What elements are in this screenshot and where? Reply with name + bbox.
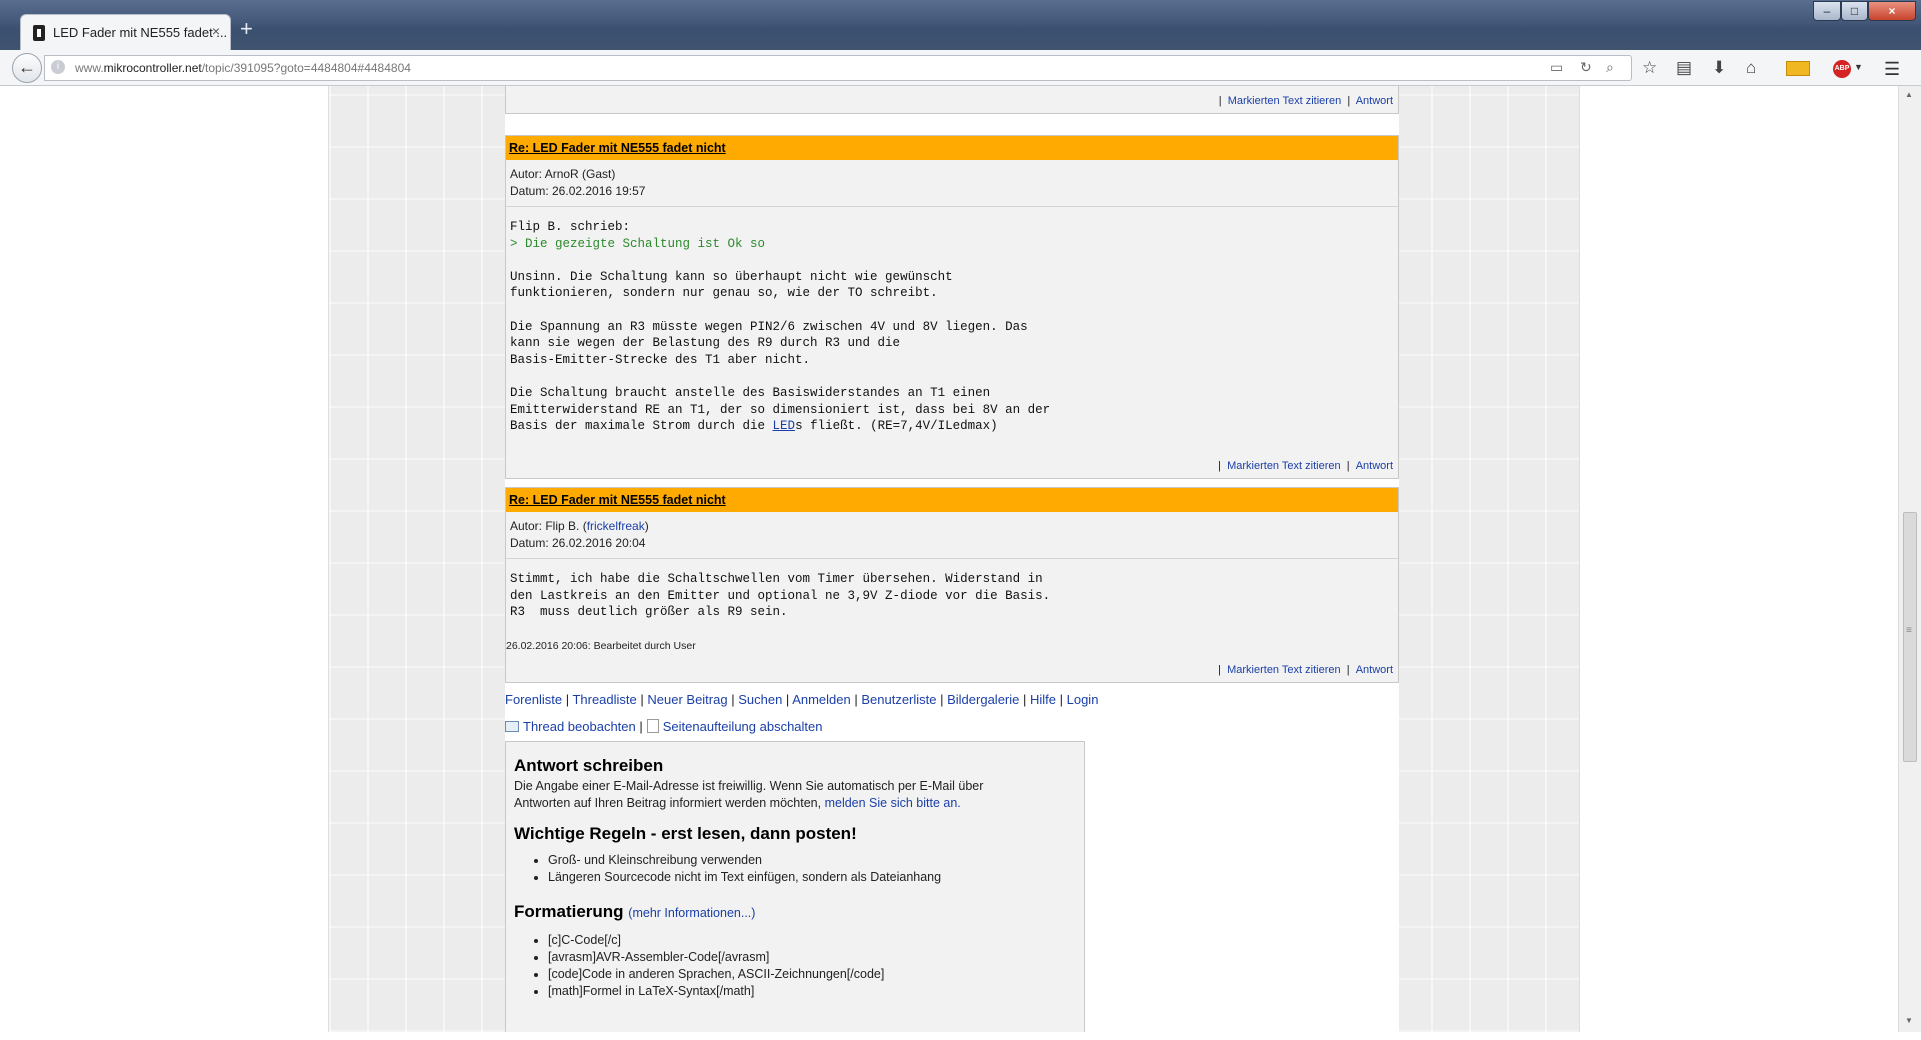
reader-view-icon[interactable]: ▭ [1550,59,1563,76]
post-title-link[interactable]: Re: LED Fader mit NE555 fadet nicht [509,141,726,155]
post-date: Datum: 26.02.2016 19:57 [510,184,646,198]
forum-post: Re: LED Fader mit NE555 fadet nicht Auto… [505,135,1399,479]
quote-selected-link[interactable]: Markierten Text zitieren [1227,460,1341,472]
site-identity-icon[interactable]: i [51,60,65,74]
thread-options: Thread beobachten | Seitenaufteilung absc… [505,719,823,734]
forum-post: Re: LED Fader mit NE555 fadet nicht Auto… [505,487,1399,683]
post-footer: | Markierten Text zitieren | Antwort [1218,460,1393,472]
nav-forenliste[interactable]: Forenliste [505,692,562,707]
tab-close-icon[interactable]: × [212,23,220,39]
reply-heading: Antwort schreiben [514,756,664,775]
format-item: [code]Code in anderen Sprachen, ASCII-Ze… [548,966,1076,983]
quote-intro: Flip B. schrieb: [510,220,631,234]
format-heading: Formatierung (mehr Informationen...) [514,902,756,921]
mail-watch-icon [505,721,519,732]
login-link[interactable]: melden Sie sich bitte an. [825,796,961,810]
menu-icon[interactable]: ☰ [1884,59,1900,80]
post-title-link[interactable]: Re: LED Fader mit NE555 fadet nicht [509,493,726,507]
quote-selected-link[interactable]: Markierten Text zitieren [1228,95,1342,107]
edit-note: 26.02.2016 20:06: Bearbeitet durch User [506,640,696,652]
format-more-link[interactable]: (mehr Informationen...) [628,906,755,920]
url-text: www.mikrocontroller.net/topic/391095?got… [75,61,411,75]
post-date: Datum: 26.02.2016 20:04 [510,536,646,550]
site-favicon-icon [33,25,45,41]
watch-thread-link[interactable]: Thread beobachten [523,719,636,734]
maximize-button[interactable]: □ [1841,1,1868,21]
post-footer: | Markierten Text zitieren | Antwort [1218,95,1393,107]
disable-paging-link[interactable]: Seitenaufteilung abschalten [663,719,823,734]
url-bar[interactable]: i www.mikrocontroller.net/topic/391095?g… [44,55,1632,81]
nav-bildergalerie[interactable]: Bildergalerie [947,692,1019,707]
page-scrollbar[interactable]: ▲ ▼ [1898,86,1921,1032]
nav-login[interactable]: Login [1067,692,1099,707]
reply-link[interactable]: Antwort [1356,95,1393,107]
minimize-button[interactable]: – [1813,1,1841,21]
page-icon [646,719,659,733]
search-icon[interactable]: ⌕ [1606,59,1614,76]
format-item: [avrasm]AVR-Assembler-Code[/avrasm] [548,949,1076,966]
back-arrow-icon[interactable]: ← [12,53,42,83]
post-text: Unsinn. Die Schaltung kann so überhaupt … [510,269,1051,434]
nav-threadliste[interactable]: Threadliste [572,692,636,707]
rules-heading: Wichtige Regeln - erst lesen, dann poste… [514,824,857,843]
quote-selected-link[interactable]: Markierten Text zitieren [1227,664,1341,676]
nav-benutzerliste[interactable]: Benutzerliste [861,692,936,707]
post-author: Autor: Flip B. (frickelfreak) [510,519,649,533]
format-item: [c]C-Code[/c] [548,932,1076,949]
nav-suchen[interactable]: Suchen [738,692,782,707]
reading-list-icon[interactable]: ▤ [1676,59,1692,77]
forum-navigation: Forenliste | Threadliste | Neuer Beitrag… [505,692,1099,707]
scrollbar-thumb[interactable] [1903,512,1917,762]
post-body: Flip B. schrieb: > Die gezeigte Schaltun… [506,207,1398,435]
nav-anmelden[interactable]: Anmelden [792,692,851,707]
download-icon[interactable]: ⬇ [1712,59,1726,77]
reply-box: Antwort schreiben Die Angabe einer E-Mai… [505,741,1085,1032]
forum-content: | Markierten Text zitieren | Antwort Re:… [505,86,1399,1032]
tab-title: LED Fader mit NE555 fadet ... [53,25,228,40]
mail-icon[interactable] [1786,61,1810,76]
close-window-button[interactable]: × [1868,1,1916,21]
navigation-toolbar: ← i www.mikrocontroller.net/topic/391095… [0,50,1921,86]
home-icon[interactable]: ⌂ [1746,59,1756,77]
scroll-down-icon[interactable]: ▼ [1905,1016,1913,1025]
rule-item: Groß- und Kleinschreibung verwenden [548,852,1076,869]
nav-neuer-beitrag[interactable]: Neuer Beitrag [647,692,727,707]
post-header: Re: LED Fader mit NE555 fadet nicht [506,136,1398,160]
nav-hilfe[interactable]: Hilfe [1030,692,1056,707]
browser-tab[interactable]: LED Fader mit NE555 fadet ... × [20,14,231,50]
page-viewport: | Markierten Text zitieren | Antwort Re:… [8,86,1898,1032]
window-titlebar: LED Fader mit NE555 fadet ... × + – □ × [0,0,1921,50]
led-wiki-link[interactable]: LED [773,419,796,433]
new-tab-button[interactable]: + [240,18,253,40]
reload-icon[interactable]: ↻ [1580,59,1592,76]
post-meta: Autor: ArnoR (Gast) Datum: 26.02.2016 19… [506,160,1398,207]
quoted-text: > Die gezeigte Schaltung ist Ok so [510,236,766,251]
post-text-end: s fließt. (RE=7,4V/ILedmax) [795,419,998,434]
scroll-up-icon[interactable]: ▲ [1905,90,1913,99]
format-item: [math]Formel in LaTeX-Syntax[/math] [548,983,1076,1000]
reply-link[interactable]: Antwort [1356,664,1393,676]
post-body: Stimmt, ich habe die Schaltschwellen vom… [510,572,1051,620]
bookmark-star-icon[interactable]: ☆ [1642,59,1657,77]
adblock-icon[interactable]: ABP [1833,60,1851,78]
adblock-dropdown-icon[interactable]: ▼ [1854,62,1863,72]
format-list: [c]C-Code[/c] [avrasm]AVR-Assembler-Code… [514,932,1076,1000]
post-author: Autor: ArnoR (Gast) [510,167,616,181]
post-footer: | Markierten Text zitieren | Antwort [1218,664,1393,676]
reply-intro: Die Angabe einer E-Mail-Adresse ist frei… [514,779,984,810]
reply-link[interactable]: Antwort [1356,460,1393,472]
forum-post-previous: | Markierten Text zitieren | Antwort [505,86,1399,114]
author-profile-link[interactable]: frickelfreak [587,519,645,533]
post-header: Re: LED Fader mit NE555 fadet nicht [506,488,1398,512]
rules-list: Groß- und Kleinschreibung verwenden Läng… [514,852,1076,886]
post-meta: Autor: Flip B. (frickelfreak) Datum: 26.… [506,512,1398,559]
rule-item: Längeren Sourcecode nicht im Text einfüg… [548,869,1076,886]
